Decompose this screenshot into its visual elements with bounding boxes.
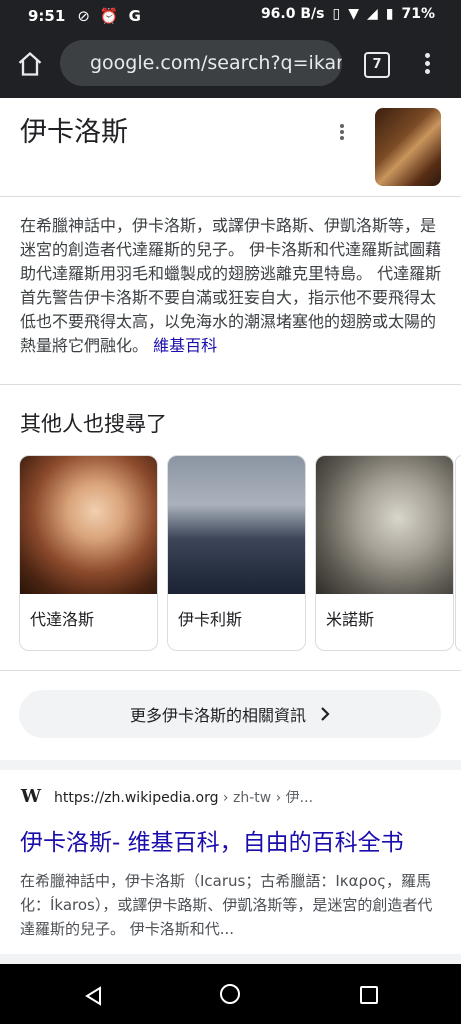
more-vert-icon[interactable] — [419, 50, 435, 78]
home-icon[interactable] — [16, 50, 44, 78]
more-info-button[interactable]: 更多伊卡洛斯的相關資訊 — [19, 690, 441, 738]
more-info-label: 更多伊卡洛斯的相關資訊 — [129, 706, 306, 725]
related-card-image — [316, 456, 453, 594]
people-also-search-cards: 代達洛斯 伊卡利斯 米諾斯 — [19, 455, 454, 651]
related-card-icarus[interactable]: 伊卡利斯 — [167, 455, 306, 651]
result-url: https://zh.wikipedia.org › zh-tw › 伊... — [54, 789, 314, 806]
address-bar[interactable]: google.com/search?q=ikar — [60, 40, 342, 86]
bell-off-icon: ⊘ — [77, 7, 90, 25]
divider — [0, 384, 461, 385]
battery-level: 71% — [401, 6, 435, 22]
signal-icon: ◢ — [366, 6, 378, 22]
people-also-search-title: 其他人也搜尋了 — [20, 412, 167, 436]
result-source[interactable]: W https://zh.wikipedia.org › zh-tw › 伊..… — [20, 786, 442, 807]
related-card-daedalus[interactable]: 代達洛斯 — [19, 455, 158, 651]
status-bar: 9:51 ⊘ ⏰ G 96.0 B/s ▯ ▼ ◢ ▮ 71% — [0, 0, 461, 32]
kp-description-text: 在希臘神話中，伊卡洛斯，或譯伊卡路斯、伊凱洛斯等，是迷宮的創造者代達羅斯的兒子。… — [20, 216, 442, 355]
net-speed: 96.0 B/s — [260, 6, 325, 22]
alarm-icon: ⏰ — [99, 7, 119, 25]
knowledge-panel-header: 伊卡洛斯 — [0, 98, 461, 197]
recents-icon[interactable] — [360, 986, 378, 1004]
search-result: W https://zh.wikipedia.org › zh-tw › 伊..… — [20, 786, 442, 941]
section-separator — [0, 954, 461, 964]
related-card-label: 伊卡利斯 — [178, 610, 243, 629]
related-card-image — [20, 456, 157, 594]
vibrate-icon: ▯ — [332, 6, 341, 22]
wikipedia-source-link[interactable]: 維基百科 — [153, 336, 217, 355]
url-text: google.com/search?q=ikar — [90, 52, 342, 74]
related-card-label: 代達洛斯 — [30, 610, 95, 629]
section-separator — [0, 760, 461, 770]
home-nav-icon[interactable] — [220, 984, 240, 1004]
kp-description: 在希臘神話中，伊卡洛斯，或譯伊卡路斯、伊凱洛斯等，是迷宮的創造者代達羅斯的兒子。… — [20, 214, 442, 358]
google-icon: G — [128, 7, 141, 25]
wifi-icon: ▼ — [348, 6, 359, 22]
chevron-right-icon — [321, 707, 330, 721]
related-card-label: 米諾斯 — [326, 610, 375, 629]
battery-icon: ▮ — [385, 6, 394, 22]
related-card-minos[interactable]: 米諾斯 — [315, 455, 454, 651]
related-card-next-peek[interactable] — [455, 455, 461, 651]
result-snippet: 在希臘神話中，伊卡洛斯（Icarus；古希臘語：Ικαρος，羅馬化：Íkaro… — [20, 872, 433, 938]
kp-thumbnail[interactable] — [375, 108, 441, 186]
status-time: 9:51 — [28, 7, 66, 25]
android-nav-bar — [0, 964, 461, 1024]
result-title-link[interactable]: 伊卡洛斯- 维基百科，自由的百科全书 — [20, 823, 442, 857]
back-icon[interactable] — [84, 986, 102, 1006]
kp-title: 伊卡洛斯 — [20, 117, 128, 148]
related-card-image — [168, 456, 305, 594]
wikipedia-icon: W — [20, 786, 42, 807]
tab-switcher-button[interactable]: 7 — [364, 52, 390, 78]
kp-more-icon[interactable] — [336, 122, 348, 144]
divider — [0, 670, 461, 671]
browser-toolbar: google.com/search?q=ikar 7 — [0, 32, 461, 98]
